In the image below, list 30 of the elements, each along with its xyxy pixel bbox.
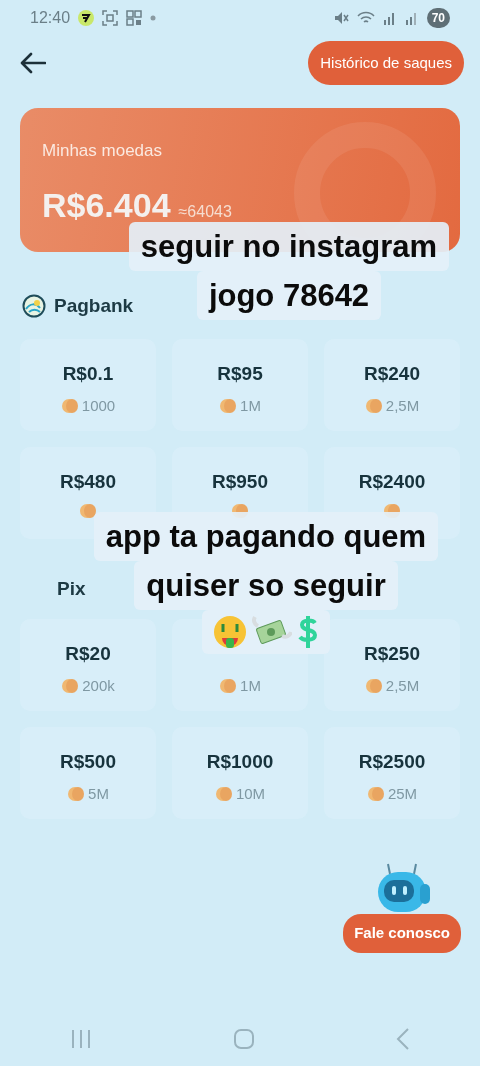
caption-overlay: app ta pagando quem [93,512,439,562]
balance-label: Minhas moedas [42,140,163,162]
coin-amount: 25M [387,784,418,804]
coin-amount: 2,5M [385,395,420,416]
caption-overlay: quiser so seguir [134,561,398,611]
option-price: R$250 [364,642,420,664]
coin-count: ≈64043 [178,201,232,222]
coin-amount: 200k [82,676,115,696]
coin-amount: 10M [235,784,266,804]
coin-amount: 1M [240,676,261,696]
option-price: R$0.1 [62,361,114,384]
option-price: R$20 [65,642,111,664]
option-price: R$480 [60,469,116,492]
option-price: R$2500 [358,750,426,772]
status-time: 12:40 [30,8,71,28]
coin-amount: 5M [88,784,109,804]
caption-overlay: seguir no instagram [128,222,450,272]
option-price: R$95 [217,361,263,384]
option-price: R$1000 [206,750,274,772]
coin-amount: 2,5M [385,676,420,696]
battery-level: 70 [426,8,450,28]
option-price: R$500 [60,750,116,772]
caption-overlay: jogo 78642 [196,271,382,321]
option-price: R$950 [212,469,268,492]
coin-amount: 1000 [81,395,116,416]
coin-amount: 1M [240,395,261,416]
option-price: R$2400 [358,469,426,492]
method-name: Pagbank [54,294,134,318]
method-name: Pix [57,576,86,601]
option-price: R$240 [364,361,420,384]
